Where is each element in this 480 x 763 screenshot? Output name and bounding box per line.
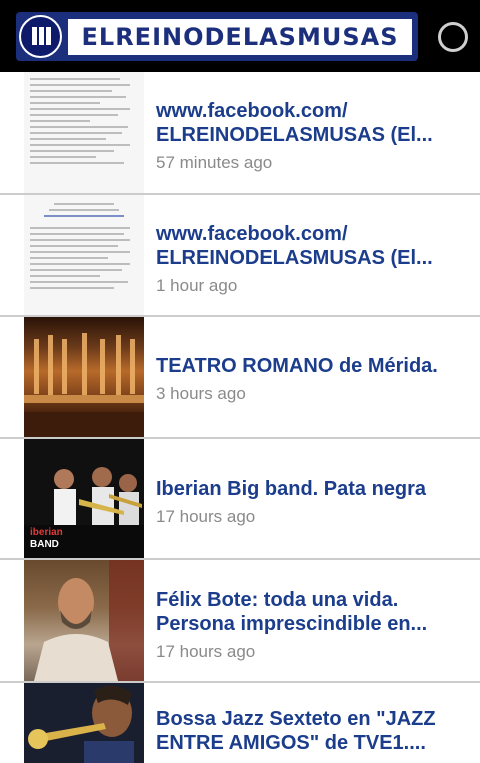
trumpet-photo [24,683,144,763]
mu-logo-icon [19,15,62,58]
item-timestamp: 1 hour ago [156,276,238,295]
item-title: www.facebook.com/ ELREINODELASMUSAS (El.… [156,100,433,146]
document-thumbnail [24,195,144,315]
item-timestamp: 57 minutes ago [156,153,273,172]
item-timestamp: 17 hours ago [156,507,256,526]
list-item[interactable]: www.facebook.com/ ELREINODELASMUSAS (El.… [0,72,480,195]
item-timestamp: 17 hours ago [156,642,256,661]
document-thumbnail [24,72,144,193]
app-title: ELREINODELASMUSAS [68,19,412,55]
list-item[interactable]: TEATRO ROMANO de Mérida. 3 hours ago [0,317,480,439]
app-header: ELREINODELASMUSAS [0,0,480,72]
item-title: Bossa Jazz Sexteto en "JAZZ ENTRE AMIGOS… [156,708,436,754]
list-item[interactable]: Bossa Jazz Sexteto en "JAZZ ENTRE AMIGOS… [0,683,480,763]
list-item[interactable]: www.facebook.com/ ELREINODELASMUSAS (El.… [0,195,480,317]
portrait-photo [24,560,144,681]
list-item[interactable]: iberian BAND Iberian Big band. Pata negr… [0,439,480,560]
item-title: Iberian Big band. Pata negra [156,478,427,500]
svg-text:iberian: iberian [30,527,63,538]
refresh-spinner-icon[interactable] [438,22,468,52]
item-title: Félix Bote: toda una vida. Persona impre… [156,589,428,635]
feed-list: www.facebook.com/ ELREINODELASMUSAS (El.… [0,72,480,763]
item-title: TEATRO ROMANO de Mérida. [156,355,438,377]
item-timestamp: 3 hours ago [156,384,246,403]
item-title: www.facebook.com/ ELREINODELASMUSAS (El.… [156,223,433,269]
app-logo[interactable]: ELREINODELASMUSAS [16,12,418,61]
roman-theatre-photo [24,317,144,437]
svg-text:BAND: BAND [30,539,59,550]
big-band-photo: iberian BAND [24,439,144,558]
list-item[interactable]: Félix Bote: toda una vida. Persona impre… [0,560,480,683]
